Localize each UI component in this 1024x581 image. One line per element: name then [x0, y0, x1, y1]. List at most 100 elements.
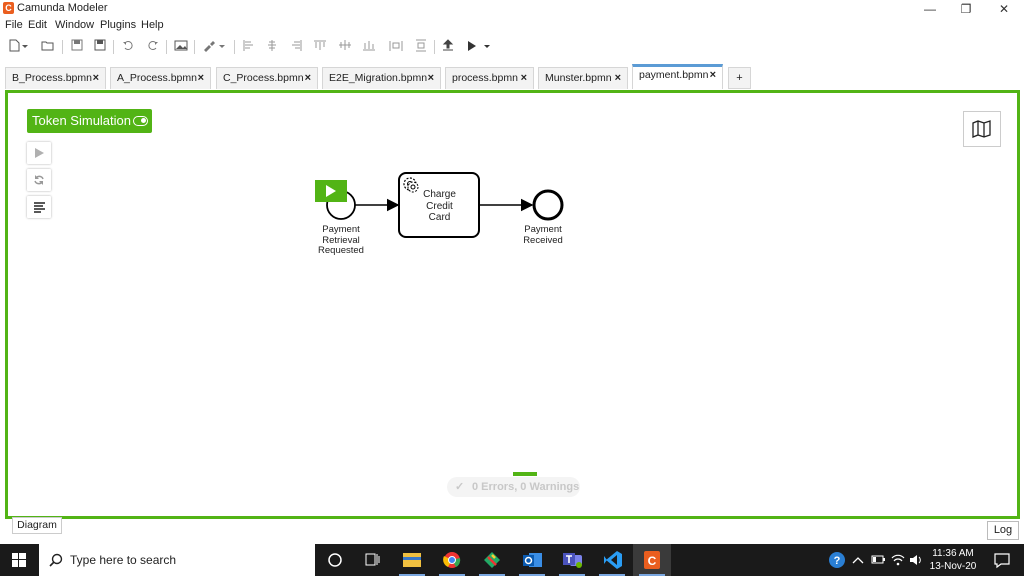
menu-plugins[interactable]: Plugins: [100, 19, 136, 31]
svg-text:C: C: [648, 554, 657, 568]
battery-icon[interactable]: [869, 544, 887, 576]
teams-icon[interactable]: [553, 544, 591, 576]
close-tab-icon[interactable]: ×: [710, 67, 716, 84]
close-tab-icon[interactable]: ×: [615, 68, 621, 88]
tab-b-process[interactable]: B_Process.bpmn ×: [5, 67, 106, 89]
new-dropdown-icon[interactable]: [20, 37, 30, 55]
svg-text:?: ?: [834, 555, 841, 567]
align-center-icon[interactable]: [264, 37, 280, 55]
redo-icon[interactable]: [145, 37, 161, 55]
minimize-button[interactable]: —: [912, 0, 948, 18]
align-top-icon[interactable]: [312, 37, 328, 55]
add-tab-button[interactable]: +: [728, 67, 751, 89]
export-image-icon[interactable]: [173, 37, 189, 55]
tab-payment[interactable]: payment.bpmn ×: [632, 64, 723, 89]
tab-label: E2E_Migration.bpmn: [329, 72, 428, 84]
camunda-logo-icon: C: [3, 2, 14, 14]
close-tab-icon[interactable]: ×: [428, 68, 434, 88]
align-right-icon[interactable]: [289, 37, 305, 55]
token-simulation-toggle[interactable]: Token Simulation: [27, 109, 152, 133]
start-dropdown-icon[interactable]: [482, 37, 492, 55]
tab-label: A_Process.bpmn: [117, 72, 197, 84]
lint-status[interactable]: ✓ 0 Errors, 0 Warnings: [447, 477, 580, 497]
close-tab-icon[interactable]: ×: [93, 68, 99, 88]
distribute-horizontal-icon[interactable]: [388, 37, 404, 55]
wifi-icon[interactable]: [889, 544, 907, 576]
check-icon: ✓: [455, 481, 465, 493]
menu-edit[interactable]: Edit: [28, 19, 47, 31]
close-tab-icon[interactable]: ×: [198, 68, 204, 88]
close-tab-icon[interactable]: ×: [521, 68, 527, 88]
toolbar: [0, 37, 1024, 57]
tab-e2e-migration[interactable]: E2E_Migration.bpmn ×: [322, 67, 441, 89]
vscode-icon[interactable]: [593, 544, 631, 576]
log-panel-button[interactable]: [27, 196, 51, 218]
help-tray-icon[interactable]: ?: [826, 544, 848, 576]
clock-time: 11:36 AM: [932, 548, 974, 559]
tab-label: C_Process.bpmn: [223, 72, 304, 84]
refresh-icon: [34, 175, 44, 185]
file-explorer-icon[interactable]: [393, 544, 431, 576]
tab-label: Munster.bpmn: [545, 72, 612, 84]
minimap-toggle-button[interactable]: [963, 111, 1001, 147]
close-tab-icon[interactable]: ×: [305, 68, 311, 88]
tab-label: process.bpmn: [452, 72, 518, 84]
clock-date: 13-Nov-20: [929, 561, 977, 572]
token-simulation-label: Token Simulation: [32, 113, 131, 128]
color-dropdown-icon[interactable]: [217, 37, 227, 55]
task-view-icon[interactable]: [353, 544, 391, 576]
windows-logo-icon: [12, 553, 26, 567]
distribute-vertical-icon[interactable]: [413, 37, 429, 55]
end-event[interactable]: [532, 189, 564, 221]
reset-simulation-button[interactable]: [27, 169, 51, 191]
windows-taskbar: Type here to search C ? 11:36 AM 13-Nov-…: [0, 544, 1024, 576]
menu-help[interactable]: Help: [141, 19, 164, 31]
chrome-icon[interactable]: [433, 544, 471, 576]
start-instance-icon[interactable]: [464, 37, 480, 55]
git-client-icon[interactable]: [473, 544, 511, 576]
diagram-view-tab[interactable]: Diagram: [12, 517, 62, 534]
notifications-icon[interactable]: [990, 544, 1014, 576]
status-indicator-bar: [513, 472, 537, 476]
save-as-icon[interactable]: [92, 37, 108, 55]
save-icon[interactable]: [69, 37, 85, 55]
tab-process[interactable]: process.bpmn ×: [445, 67, 534, 89]
search-placeholder: Type here to search: [70, 553, 177, 567]
close-window-button[interactable]: ✕: [986, 0, 1022, 18]
camunda-modeler-taskbar-icon[interactable]: C: [633, 544, 671, 576]
system-clock[interactable]: 11:36 AM 13-Nov-20: [922, 547, 984, 573]
cortana-icon[interactable]: [316, 544, 354, 576]
start-button[interactable]: [0, 544, 38, 576]
diagram-canvas[interactable]: Token Simulation Charge Credit Card Paymen…: [5, 90, 1020, 519]
restore-button[interactable]: ❐: [948, 0, 984, 18]
tab-label: payment.bpmn: [639, 69, 709, 81]
play-simulation-button[interactable]: [27, 142, 51, 164]
menu-file[interactable]: File: [5, 19, 23, 31]
list-lines-icon: [33, 202, 45, 213]
log-button[interactable]: Log: [987, 521, 1019, 540]
align-middle-icon[interactable]: [337, 37, 353, 55]
search-icon: [49, 553, 63, 567]
play-icon: [35, 148, 44, 158]
taskbar-search[interactable]: Type here to search: [39, 544, 315, 576]
tab-c-process[interactable]: C_Process.bpmn ×: [216, 67, 318, 89]
outlook-icon[interactable]: [513, 544, 551, 576]
align-left-icon[interactable]: [240, 37, 256, 55]
title-bar: C Camunda Modeler — ❐ ✕: [0, 0, 1024, 18]
deploy-icon[interactable]: [440, 37, 456, 55]
toggle-icon: [133, 116, 148, 126]
menu-window[interactable]: Window: [55, 19, 94, 31]
map-icon: [972, 120, 991, 138]
align-bottom-icon[interactable]: [361, 37, 377, 55]
tab-label: B_Process.bpmn: [12, 72, 92, 84]
undo-icon[interactable]: [120, 37, 136, 55]
lint-status-text: 0 Errors, 0 Warnings: [472, 481, 580, 493]
open-folder-icon[interactable]: [40, 37, 56, 55]
chevron-up-icon[interactable]: [850, 544, 866, 576]
end-event-label: Payment Received: [523, 224, 563, 246]
color-brush-icon[interactable]: [201, 37, 217, 55]
tab-a-process[interactable]: A_Process.bpmn ×: [110, 67, 211, 89]
file-tabs: B_Process.bpmn × A_Process.bpmn × C_Proces…: [0, 64, 1024, 90]
tab-munster[interactable]: Munster.bpmn ×: [538, 67, 628, 89]
window-title: Camunda Modeler: [17, 2, 108, 14]
